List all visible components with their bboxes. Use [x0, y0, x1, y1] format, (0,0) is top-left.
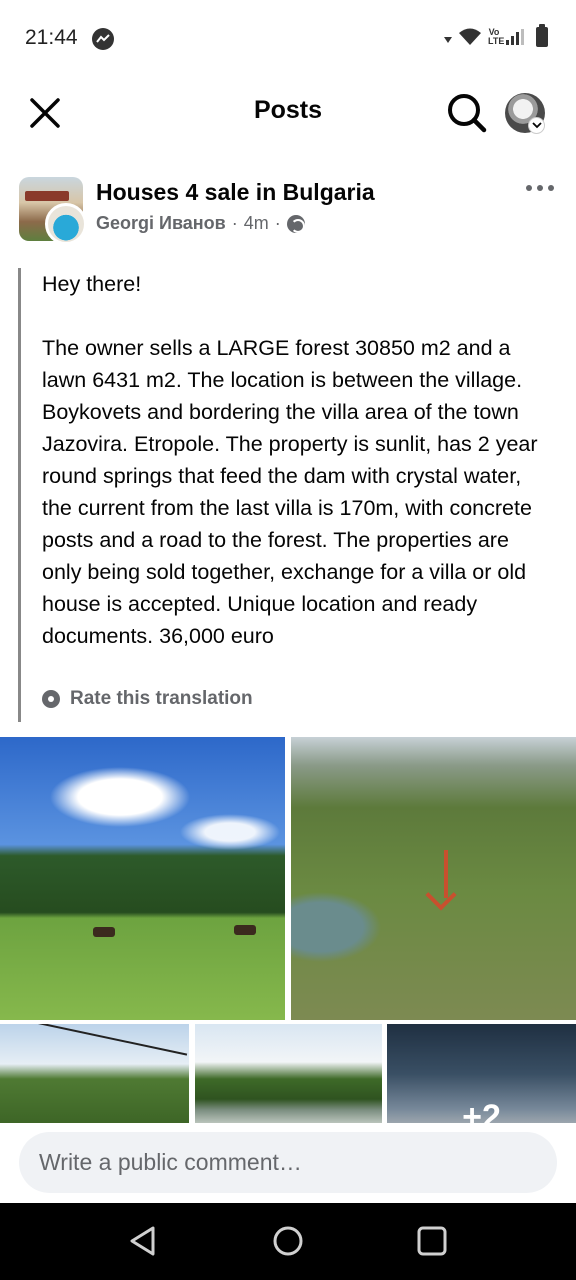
cow-shape	[93, 927, 115, 937]
post-body: Hey there! The owner sells a LARGE fores…	[18, 268, 558, 722]
rate-translation[interactable]: Rate this translation	[42, 688, 253, 710]
more-photos-count: +2	[462, 1098, 501, 1124]
post-time[interactable]: 4m	[244, 213, 269, 234]
gear-icon	[42, 690, 60, 708]
status-icons: Vo LTE	[444, 24, 548, 47]
search-icon[interactable]	[444, 90, 490, 136]
status-time: 21:44	[25, 26, 78, 49]
photo-forest-aerial[interactable]	[291, 737, 576, 1020]
globe-icon	[286, 214, 305, 233]
post-header: Houses 4 sale in Bulgaria Georgi Иванов …	[0, 160, 576, 250]
branch-shape	[1, 1024, 188, 1056]
chevron-down-icon[interactable]	[528, 117, 545, 134]
recent-apps-icon[interactable]	[414, 1223, 450, 1259]
comment-input[interactable]: Write a public comment…	[19, 1132, 557, 1193]
meta-separator: ·	[231, 213, 238, 233]
comment-bar: Write a public comment…	[0, 1123, 576, 1203]
data-arrow-icon	[444, 37, 452, 43]
rate-translation-label[interactable]: Rate this translation	[70, 688, 253, 710]
wifi-icon	[459, 28, 481, 45]
messenger-icon	[92, 28, 114, 50]
volte-label: Vo LTE	[488, 27, 505, 46]
cow-shape	[234, 925, 256, 935]
system-nav-bar	[0, 1203, 576, 1280]
photo-branches[interactable]	[0, 1024, 189, 1124]
photo-more[interactable]: +2	[387, 1024, 576, 1124]
top-bar: Posts	[0, 76, 576, 150]
post-meta: Georgi Иванов · 4m ·	[96, 213, 305, 234]
status-bar: 21:44 Vo LTE	[0, 0, 576, 76]
home-icon[interactable]	[270, 1223, 306, 1259]
group-name[interactable]: Houses 4 sale in Bulgaria	[96, 179, 375, 206]
photo-lake[interactable]	[195, 1024, 382, 1124]
back-icon[interactable]	[125, 1223, 161, 1259]
signal-icon	[506, 29, 524, 45]
meta-separator: ·	[274, 213, 281, 233]
author-name[interactable]: Georgi Иванов	[96, 213, 226, 234]
battery-icon	[536, 24, 548, 47]
author-avatar[interactable]	[45, 203, 87, 245]
more-options-icon[interactable]	[526, 180, 562, 196]
red-arrow	[444, 850, 448, 898]
photo-meadow[interactable]	[0, 737, 285, 1020]
post-text: Hey there! The owner sells a LARGE fores…	[42, 272, 538, 648]
